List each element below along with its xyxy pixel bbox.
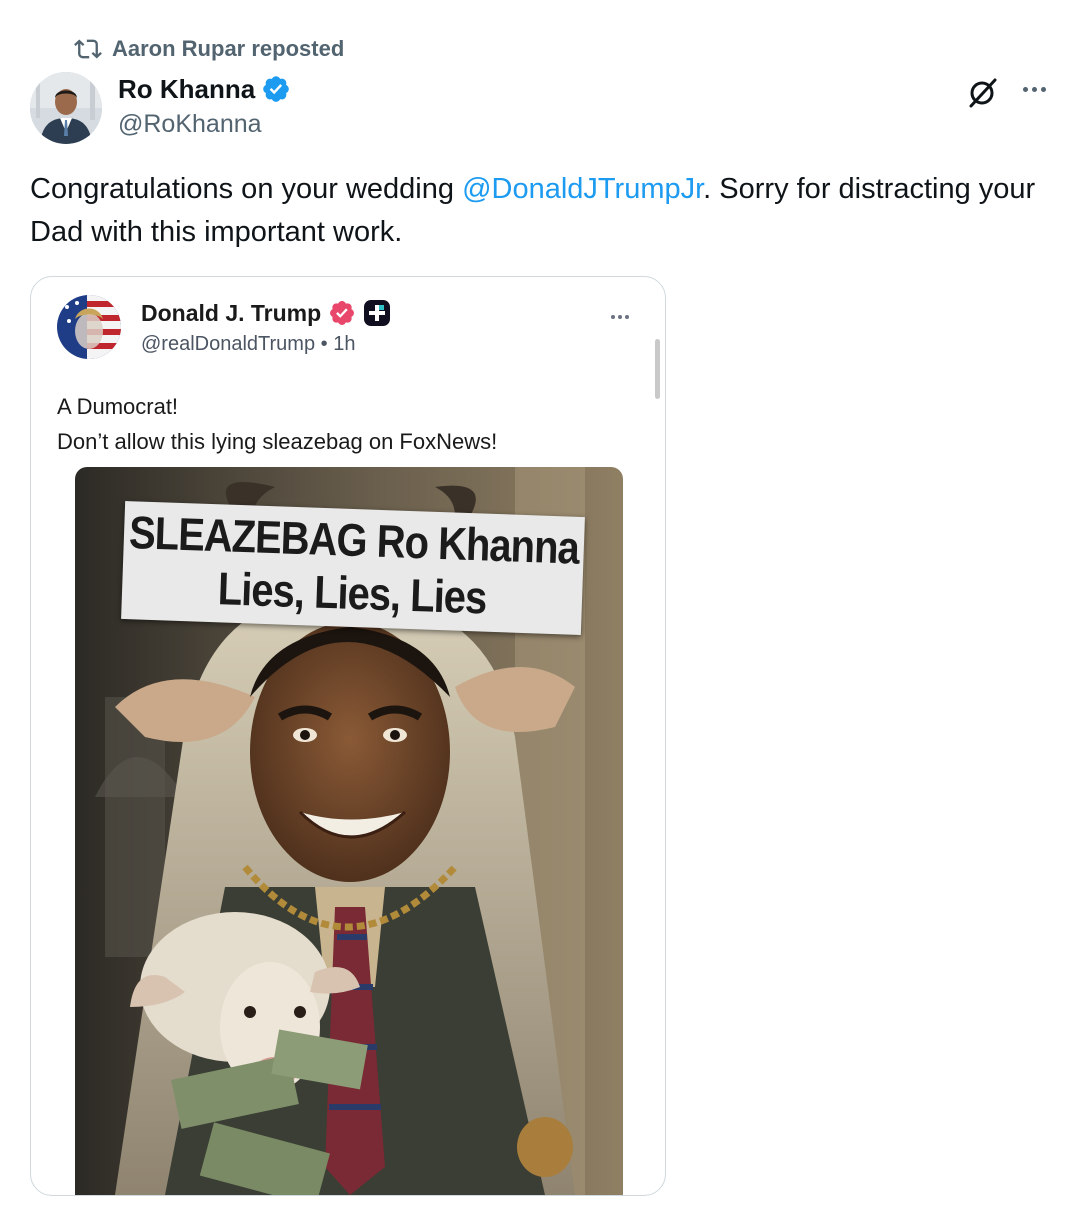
grok-icon[interactable] (966, 76, 1000, 110)
repost-header[interactable]: Aaron Rupar reposted (74, 34, 344, 64)
embedded-line-2: Don’t allow this lying sleazebag on FoxN… (57, 429, 498, 454)
embedded-handle-row: @realDonaldTrump • 1h (141, 333, 391, 356)
author-name[interactable]: Ro Khanna (118, 74, 255, 105)
embedded-handle: @realDonaldTrump (141, 333, 316, 355)
embedded-author-name: Donald J. Trump (141, 299, 322, 326)
mention-link[interactable]: @DonaldJTrumpJr (462, 173, 703, 205)
avatar[interactable] (30, 72, 102, 144)
meme-banner-line-1: SLEAZEBAG Ro Khanna (128, 507, 580, 575)
embedded-image: SLEAZEBAG Ro Khanna Lies, Lies, Lies (75, 467, 623, 1195)
tweet-media[interactable]: Donald J. Trump @realDonaldTrump • 1h A … (30, 276, 666, 1196)
meme-banner-line-2: Lies, Lies, Lies (216, 563, 488, 624)
truth-verified-icon (330, 301, 355, 325)
repost-icon (74, 39, 102, 59)
verified-badge-icon (263, 76, 290, 102)
embedded-more-icon (611, 315, 629, 319)
embedded-avatar (57, 295, 121, 359)
embedded-separator: • (320, 333, 328, 355)
embedded-time: 1h (333, 333, 356, 355)
author-block: Ro Khanna @RoKhanna (118, 72, 291, 139)
embedded-line-1: A Dumocrat! (57, 394, 179, 419)
author-handle[interactable]: @RoKhanna (118, 110, 291, 139)
embedded-text: A Dumocrat! Don’t allow this lying sleaz… (57, 389, 497, 459)
repost-label: Aaron Rupar reposted (112, 36, 345, 61)
embedded-scrollbar (655, 339, 660, 399)
tweet-text-start: Congratulations on your wedding (30, 173, 463, 205)
tweet-text: Congratulations on your wedding @DonaldJ… (30, 168, 1060, 254)
embedded-author: Donald J. Trump @realDonaldTrump • 1h (141, 297, 391, 356)
meme-banner: SLEAZEBAG Ro Khanna Lies, Lies, Lies (121, 501, 585, 635)
more-options-icon[interactable] (1014, 74, 1054, 104)
truth-plus-icon (364, 300, 391, 326)
